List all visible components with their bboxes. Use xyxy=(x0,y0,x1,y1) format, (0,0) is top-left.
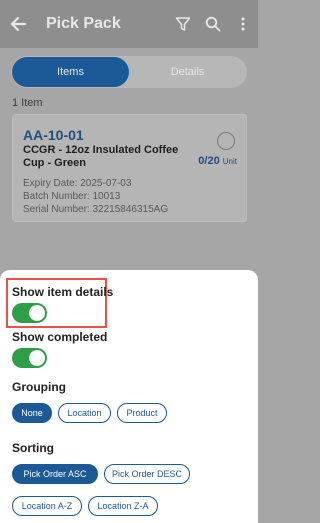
batch-number: Batch Number: 10013 xyxy=(23,191,121,202)
tab-items[interactable]: Items xyxy=(12,57,129,87)
sorting-label: Sorting xyxy=(12,441,54,455)
show-item-details-label: Show item details xyxy=(12,285,114,299)
show-completed-label: Show completed xyxy=(12,330,108,344)
pick-checkbox[interactable] xyxy=(217,132,235,150)
page-title: Pick Pack xyxy=(46,15,121,32)
sorting-chip-location-z-a[interactable]: Location Z-A xyxy=(88,496,158,516)
toggle-knob xyxy=(29,305,45,321)
qty-value: 0/20 xyxy=(198,155,220,167)
serial-number: Serial Number: 32215846315AG xyxy=(23,204,169,215)
grouping-label: Grouping xyxy=(12,380,66,394)
toggle-knob xyxy=(29,350,45,366)
item-location: AA-10-01 xyxy=(23,127,84,143)
app-bar: Pick Pack xyxy=(0,0,258,48)
sorting-chip-pick-order-asc[interactable]: Pick Order ASC xyxy=(12,464,98,484)
qty-unit: Unit xyxy=(222,157,237,166)
search-icon[interactable] xyxy=(198,0,228,48)
back-arrow-icon[interactable] xyxy=(0,0,36,48)
sorting-chip-location-a-z[interactable]: Location A-Z xyxy=(12,496,82,516)
item-card[interactable]: AA-10-01 CCGR - 12oz Insulated Coffee Cu… xyxy=(12,114,247,222)
tab-details[interactable]: Details xyxy=(129,57,246,87)
show-item-details-toggle[interactable] xyxy=(12,303,47,323)
more-vert-icon[interactable] xyxy=(228,0,258,48)
sorting-chip-pick-order-desc[interactable]: Pick Order DESC xyxy=(104,464,190,484)
item-description: CCGR - 12oz Insulated Coffee Cup - Green xyxy=(23,144,179,169)
grouping-chip-product[interactable]: Product xyxy=(117,403,167,423)
show-completed-toggle[interactable] xyxy=(12,348,47,368)
tab-bar: Items Details xyxy=(11,56,247,88)
item-count: 1 Item xyxy=(12,97,43,109)
grouping-chip-none[interactable]: None xyxy=(12,403,52,423)
expiry-date: Expiry Date: 2025-07-03 xyxy=(23,178,132,189)
filter-icon[interactable] xyxy=(168,0,198,48)
pick-quantity: 0/20 Unit xyxy=(198,155,237,167)
grouping-chip-location[interactable]: Location xyxy=(58,403,111,423)
